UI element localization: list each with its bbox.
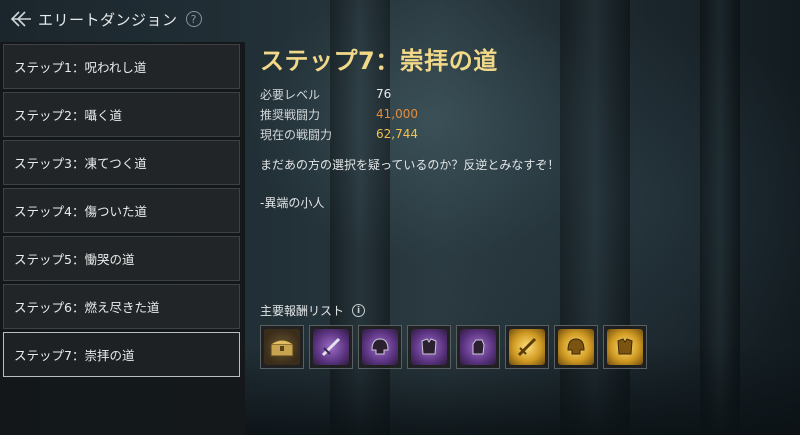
step-item-5[interactable]: ステップ5：慟哭の道 bbox=[3, 236, 240, 281]
step-item-3[interactable]: ステップ3：凍てつく道 bbox=[3, 140, 240, 185]
reward-slot[interactable] bbox=[407, 325, 451, 369]
stat-row-recommended-power: 推奨戦闘力 41,000 bbox=[260, 104, 780, 124]
rewards-header: 主要報酬リスト i bbox=[260, 302, 366, 319]
gold-helmet-icon bbox=[558, 329, 594, 365]
stat-value: 62,744 bbox=[376, 127, 418, 141]
step-item-7-selected[interactable]: ステップ7：崇拝の道 bbox=[3, 332, 240, 377]
step-label: ステップ1：呪われし道 bbox=[14, 60, 147, 75]
stat-row-required-level: 必要レベル 76 bbox=[260, 84, 780, 104]
rewards-label: 主要報酬リスト bbox=[260, 304, 345, 318]
reward-slot[interactable] bbox=[554, 325, 598, 369]
step-label: ステップ5：慟哭の道 bbox=[14, 252, 135, 267]
step-list: ステップ1：呪われし道 ステップ2：囁く道 ステップ3：凍てつく道 ステップ4：… bbox=[0, 42, 245, 435]
step-label: ステップ3：凍てつく道 bbox=[14, 156, 147, 171]
reward-slot[interactable] bbox=[603, 325, 647, 369]
info-icon[interactable]: i bbox=[352, 304, 366, 317]
step-item-1[interactable]: ステップ1：呪われし道 bbox=[3, 44, 240, 89]
step-title: ステップ7：崇拝の道 bbox=[260, 47, 498, 75]
stat-value: 76 bbox=[376, 87, 392, 101]
stats-table: 必要レベル 76 推奨戦闘力 41,000 現在の戦闘力 62,744 bbox=[260, 84, 780, 144]
reward-slot[interactable] bbox=[309, 325, 353, 369]
step-label: ステップ2：囁く道 bbox=[14, 108, 122, 123]
header-bar: エリートダンジョン ? bbox=[0, 0, 245, 38]
stat-label: 必要レベル bbox=[260, 87, 321, 102]
gold-sword-icon bbox=[509, 329, 545, 365]
step-detail-panel: ステップ7：崇拝の道 必要レベル 76 推奨戦闘力 41,000 現在の戦闘力 … bbox=[260, 44, 780, 211]
page-title: エリートダンジョン bbox=[38, 10, 178, 29]
help-icon[interactable]: ? bbox=[185, 11, 202, 27]
purple-gauntlet-icon bbox=[460, 329, 496, 365]
treasure-chest-icon bbox=[264, 329, 300, 365]
description-signature: -異端の小人 bbox=[260, 196, 325, 210]
gold-armor-icon bbox=[607, 329, 643, 365]
step-label: ステップ7：崇拝の道 bbox=[14, 348, 135, 363]
back-arrow-icon[interactable] bbox=[6, 5, 34, 33]
stat-value: 41,000 bbox=[376, 107, 418, 121]
purple-sword-icon bbox=[313, 329, 349, 365]
purple-armor-icon bbox=[411, 329, 447, 365]
stat-label: 推奨戦闘力 bbox=[260, 107, 321, 122]
reward-slot[interactable] bbox=[456, 325, 500, 369]
stat-row-current-power: 現在の戦闘力 62,744 bbox=[260, 124, 780, 144]
step-label: ステップ6：燃え尽きた道 bbox=[14, 300, 160, 315]
step-item-4[interactable]: ステップ4：傷ついた道 bbox=[3, 188, 240, 233]
step-label: ステップ4：傷ついた道 bbox=[14, 204, 147, 219]
purple-helmet-icon bbox=[362, 329, 398, 365]
step-item-6[interactable]: ステップ6：燃え尽きた道 bbox=[3, 284, 240, 329]
step-description: まだあの方の選択を疑っているのか？反逆とみなすぞ！ bbox=[260, 158, 560, 172]
step-item-2[interactable]: ステップ2：囁く道 bbox=[3, 92, 240, 137]
rewards-list bbox=[260, 325, 652, 369]
reward-slot[interactable] bbox=[505, 325, 549, 369]
reward-slot[interactable] bbox=[260, 325, 304, 369]
stat-label: 現在の戦闘力 bbox=[260, 127, 333, 142]
reward-slot[interactable] bbox=[358, 325, 402, 369]
